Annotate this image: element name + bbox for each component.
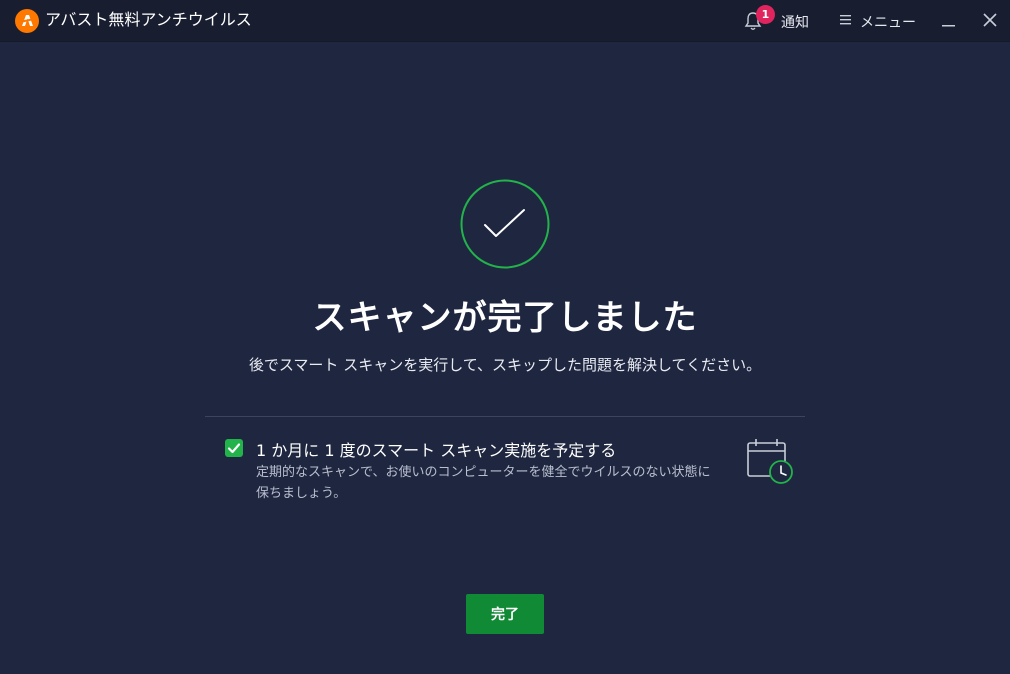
notifications-label: 通知 [781, 15, 809, 31]
minimize-button[interactable] [937, 8, 961, 32]
checkmark-circle-icon [460, 179, 550, 269]
scan-complete-subtext: 後でスマート スキャンを実行して、スキップした問題を解決してください。 [248, 356, 762, 374]
menu-label: メニュー [860, 15, 916, 31]
scan-complete-heading: スキャンが完了しました [312, 298, 698, 338]
schedule-scan-checkbox[interactable] [225, 439, 243, 457]
calendar-clock-icon [747, 439, 793, 484]
schedule-scan-description: 定期的なスキャンで、お使いのコンピューターを健全でウイルスのない状態に保ちましょ… [256, 465, 711, 501]
app-title: アバスト無料アンチウイルス [45, 10, 252, 29]
menu-button[interactable]: メニュー [840, 8, 920, 32]
title-bar: アバスト無料アンチウイルス 1 通知 メニュー [0, 0, 1010, 42]
close-button[interactable] [978, 8, 1002, 32]
schedule-scan-label[interactable]: 1 か月に 1 度のスマート スキャン実施を予定する [256, 437, 616, 461]
avast-logo-icon [15, 9, 39, 33]
hamburger-menu-icon [840, 15, 851, 25]
checkbox-check-icon [227, 443, 241, 454]
done-button[interactable]: 完了 [466, 594, 544, 634]
notifications-button[interactable]: 1 通知 [744, 5, 816, 32]
notification-badge: 1 [756, 5, 775, 24]
divider [205, 416, 805, 417]
